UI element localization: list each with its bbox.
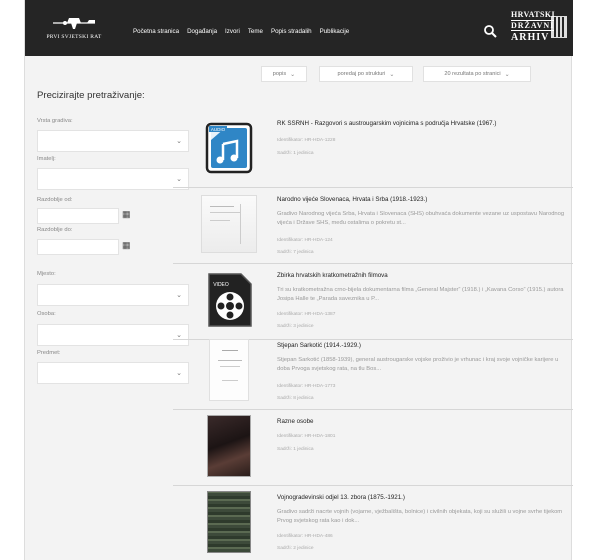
chevron-down-icon: ⌄ (504, 71, 510, 78)
osoba-select[interactable]: ⌄ (37, 324, 189, 346)
nav-pocetna[interactable]: Početna stranica (133, 28, 179, 35)
result-count: Sadrži: 3 jedinice (277, 324, 314, 329)
logo-text: PRVI SVJETSKI RAT (46, 34, 102, 40)
calendar-icon[interactable]: ▦ (122, 240, 131, 251)
mjesto-select[interactable]: ⌄ (37, 284, 189, 306)
filter-label-mjesto: Mjesto: (37, 271, 56, 277)
audio-icon[interactable]: AUDIO (201, 116, 257, 180)
hda-line3: ARHIV (511, 32, 550, 43)
result-item[interactable]: Stjepan Sarkotić (1914.-1929.) Stjepan S… (173, 334, 573, 410)
hda-line2: DRŽAVNI (511, 20, 555, 31)
svg-text:AUDIO: AUDIO (211, 127, 226, 132)
document-photo[interactable] (201, 192, 257, 256)
result-title[interactable]: Vojnogradevinski odjel 13. zbora (1875.-… (277, 494, 567, 501)
refine-search-title: Precizirajte pretraživanje: (37, 90, 145, 101)
result-count: Sadrži: 1 jedinica (277, 151, 314, 156)
result-count: Sadrži: 7 jedinica (277, 250, 314, 255)
nav-dogadanja[interactable]: Događanja (187, 28, 217, 35)
result-item[interactable]: Razne osobe Identifikator: HR-HDA-1801 S… (173, 410, 573, 486)
result-title[interactable]: Zbirka hrvatskih kratkometražnih filmova (277, 272, 567, 279)
nav-izvori[interactable]: Izvori (225, 28, 240, 35)
result-title[interactable]: RK SSRNH - Razgovori s austrougarskim vo… (277, 120, 567, 127)
hda-line1: HRVATSKI (511, 10, 555, 19)
result-identifier: Identifikator: HR-HDA-1387 (277, 312, 336, 317)
result-description: Tri su kratkometražna crno-bijela dokume… (277, 287, 564, 302)
nav-publikacije[interactable]: Publikacije (320, 28, 350, 35)
order-select[interactable]: poredaj po strukturi ⌄ (319, 66, 413, 82)
result-identifier: Identifikator: HR-HDA-1773 (277, 384, 336, 389)
result-count: Sadrži: 8 jedinica (277, 396, 314, 401)
result-identifier: Identifikator: HR-HDA-486 (277, 534, 333, 539)
airplane-icon (53, 18, 95, 29)
main-nav: Početna stranica Događanja Izvori Teme P… (133, 28, 349, 35)
calendar-icon[interactable]: ▦ (122, 209, 131, 220)
result-description: Gradivo Narodnog vijeća Srba, Hrvata i S… (277, 211, 565, 226)
date-to-input[interactable] (37, 239, 119, 255)
order-select-value: poredaj po strukturi (337, 71, 386, 77)
result-item[interactable]: Vojnogradevinski odjel 13. zbora (1875.-… (173, 486, 573, 560)
filter-label-predmet: Predmet: (37, 350, 61, 356)
top-navigation-bar: PRVI SVJETSKI RAT Početna stranica Događ… (25, 0, 573, 56)
chevron-down-icon: ⌄ (290, 71, 296, 78)
result-identifier: Identifikator: HR-HDA-1228 (277, 138, 336, 143)
video-icon[interactable]: VIDEO (201, 268, 257, 332)
chevron-down-icon: ⌄ (389, 71, 395, 78)
result-item[interactable]: AUDIO RK SSRNH - Razgovori s austrougars… (173, 112, 573, 188)
date-from-input[interactable] (37, 208, 119, 224)
site-logo[interactable]: PRVI SVJETSKI RAT (31, 14, 117, 48)
result-count: Sadrži: 1 jedinica (277, 447, 314, 452)
imatelj-select[interactable]: ⌄ (37, 168, 189, 190)
result-title[interactable]: Narodno vijeće Slovenaca, Hrvata i Srba … (277, 196, 567, 203)
per-page-select-value: 20 rezultata po stranici (444, 71, 501, 77)
view-select-value: popis (272, 71, 287, 77)
document-photo[interactable] (201, 338, 257, 402)
predmet-select[interactable]: ⌄ (37, 362, 189, 384)
result-item[interactable]: Narodno vijeće Slovenaca, Hrvata i Srba … (173, 188, 573, 264)
result-item[interactable]: VIDEO Zbirka hrvatskih kratkometražnih f… (173, 264, 573, 340)
hda-logo[interactable]: HRVATSKI DRŽAVNI ARHIV (507, 10, 569, 48)
filter-label-vrsta: Vrsta gradiva: (37, 118, 73, 124)
filter-label-osoba: Osoba: (37, 311, 56, 317)
result-identifier: Identifikator: HR-HDA-124 (277, 238, 333, 243)
portrait-photo[interactable] (201, 414, 257, 478)
result-description: Gradivo sadrži nacrte vojnih (vojarne, v… (277, 509, 563, 524)
svg-text:VIDEO: VIDEO (213, 282, 229, 288)
filter-label-do: Razdoblje do: (37, 227, 73, 233)
per-page-select[interactable]: 20 rezultata po stranici ⌄ (423, 66, 531, 82)
crest-icon (551, 16, 567, 38)
filter-label-imatelj: Imatelj: (37, 156, 56, 162)
book-photo[interactable] (201, 490, 257, 554)
result-title[interactable]: Razne osobe (277, 418, 567, 425)
page-frame: PRVI SVJETSKI RAT Početna stranica Događ… (24, 0, 573, 560)
result-description: Stjepan Sarkotić (1858-1939), general au… (277, 357, 559, 372)
search-icon[interactable] (483, 24, 497, 38)
nav-popis-stradalih[interactable]: Popis stradalih (271, 28, 312, 35)
result-count: Sadrži: 2 jedinice (277, 546, 314, 551)
result-title[interactable]: Stjepan Sarkotić (1914.-1929.) (277, 342, 567, 349)
vrsta-gradiva-select[interactable]: ⌄ (37, 130, 189, 152)
result-identifier: Identifikator: HR-HDA-1801 (277, 434, 336, 439)
nav-teme[interactable]: Teme (248, 28, 263, 35)
filter-label-od: Razdoblje od: (37, 197, 73, 203)
view-select[interactable]: popis ⌄ (261, 66, 307, 82)
